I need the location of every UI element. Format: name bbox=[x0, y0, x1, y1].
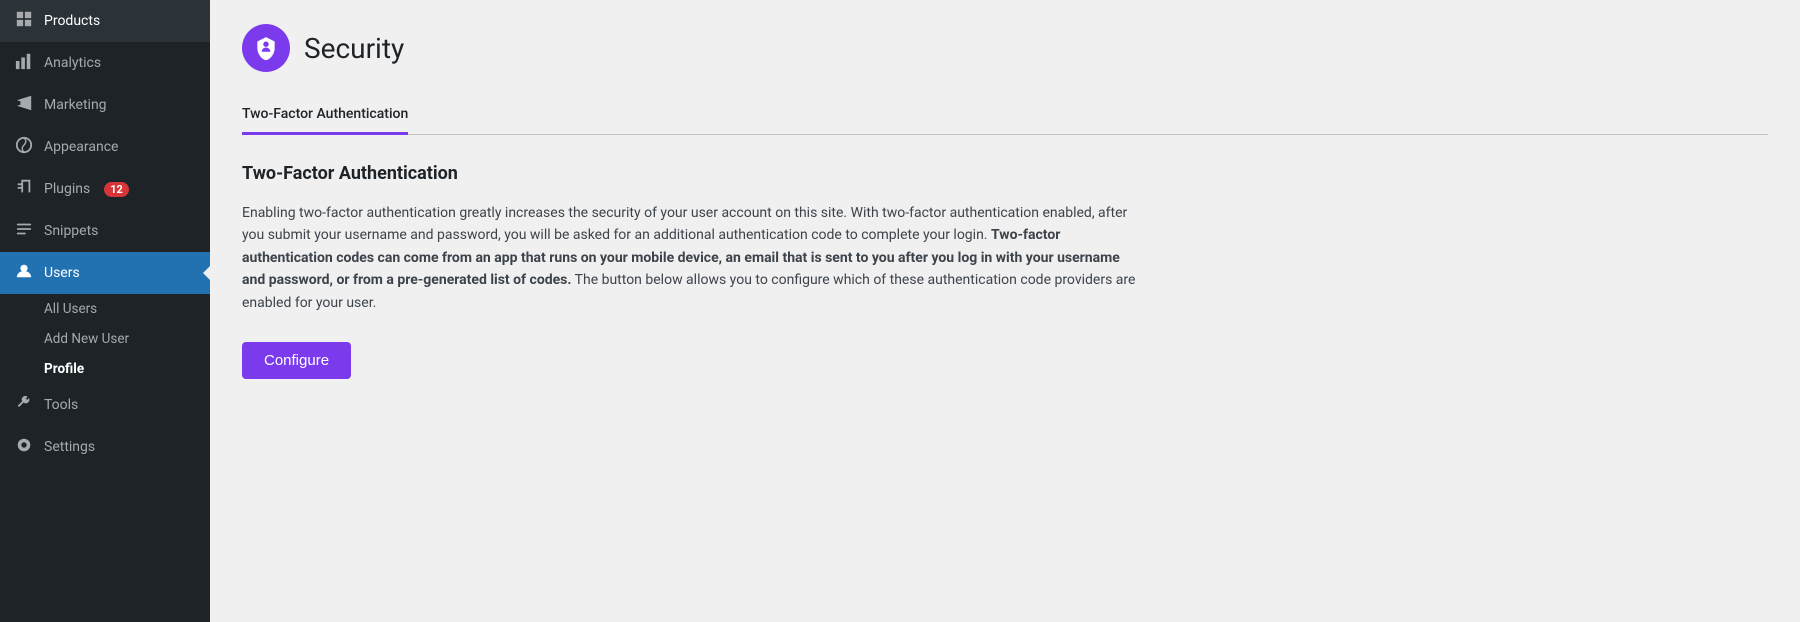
plugins-icon bbox=[14, 178, 34, 200]
marketing-icon bbox=[14, 94, 34, 116]
main-content: Security Two-Factor Authentication Two-F… bbox=[210, 0, 1800, 622]
tab-bar: Two-Factor Authentication bbox=[242, 96, 1768, 135]
settings-icon bbox=[14, 436, 34, 458]
configure-button[interactable]: Configure bbox=[242, 342, 351, 379]
sidebar-label-snippets: Snippets bbox=[44, 223, 98, 239]
tab-two-factor-authentication[interactable]: Two-Factor Authentication bbox=[242, 96, 408, 135]
sidebar-label-users: Users bbox=[44, 265, 80, 281]
sidebar-label-appearance: Appearance bbox=[44, 139, 118, 155]
sidebar-sub-add-new-user[interactable]: Add New User bbox=[0, 324, 210, 354]
snippets-icon bbox=[14, 220, 34, 242]
sidebar-item-appearance[interactable]: Appearance bbox=[0, 126, 210, 168]
shield-icon bbox=[253, 35, 279, 61]
sidebar-item-analytics[interactable]: Analytics bbox=[0, 42, 210, 84]
tools-icon bbox=[14, 394, 34, 416]
sidebar-item-users[interactable]: Users bbox=[0, 252, 210, 294]
section-body: Enabling two-factor authentication great… bbox=[242, 202, 1142, 314]
sidebar-label-tools: Tools bbox=[44, 397, 78, 413]
products-icon bbox=[14, 10, 34, 32]
add-new-user-label: Add New User bbox=[44, 331, 129, 347]
sidebar-item-plugins[interactable]: Plugins 12 bbox=[0, 168, 210, 210]
sidebar-label-plugins: Plugins bbox=[44, 181, 90, 197]
plugins-badge: 12 bbox=[104, 182, 129, 197]
sidebar-item-settings[interactable]: Settings bbox=[0, 426, 210, 468]
users-icon bbox=[14, 262, 34, 284]
section-title: Two-Factor Authentication bbox=[242, 163, 1142, 184]
sidebar-item-tools[interactable]: Tools bbox=[0, 384, 210, 426]
page-title: Security bbox=[304, 32, 404, 65]
sidebar-item-snippets[interactable]: Snippets bbox=[0, 210, 210, 252]
sidebar-sub-profile[interactable]: Profile bbox=[0, 354, 210, 384]
analytics-icon bbox=[14, 52, 34, 74]
sidebar-label-settings: Settings bbox=[44, 439, 95, 455]
sidebar-label-products: Products bbox=[44, 13, 100, 29]
page-header: Security bbox=[242, 24, 1768, 72]
appearance-icon bbox=[14, 136, 34, 158]
profile-label: Profile bbox=[44, 361, 84, 377]
sidebar-label-analytics: Analytics bbox=[44, 55, 101, 71]
two-factor-section: Two-Factor Authentication Enabling two-f… bbox=[242, 163, 1142, 379]
sidebar-label-marketing: Marketing bbox=[44, 97, 107, 113]
sidebar: Products Analytics Marketing Appearance … bbox=[0, 0, 210, 622]
security-icon-circle bbox=[242, 24, 290, 72]
sidebar-item-marketing[interactable]: Marketing bbox=[0, 84, 210, 126]
sidebar-item-products[interactable]: Products bbox=[0, 0, 210, 42]
all-users-label: All Users bbox=[44, 301, 97, 317]
sidebar-sub-all-users[interactable]: All Users bbox=[0, 294, 210, 324]
